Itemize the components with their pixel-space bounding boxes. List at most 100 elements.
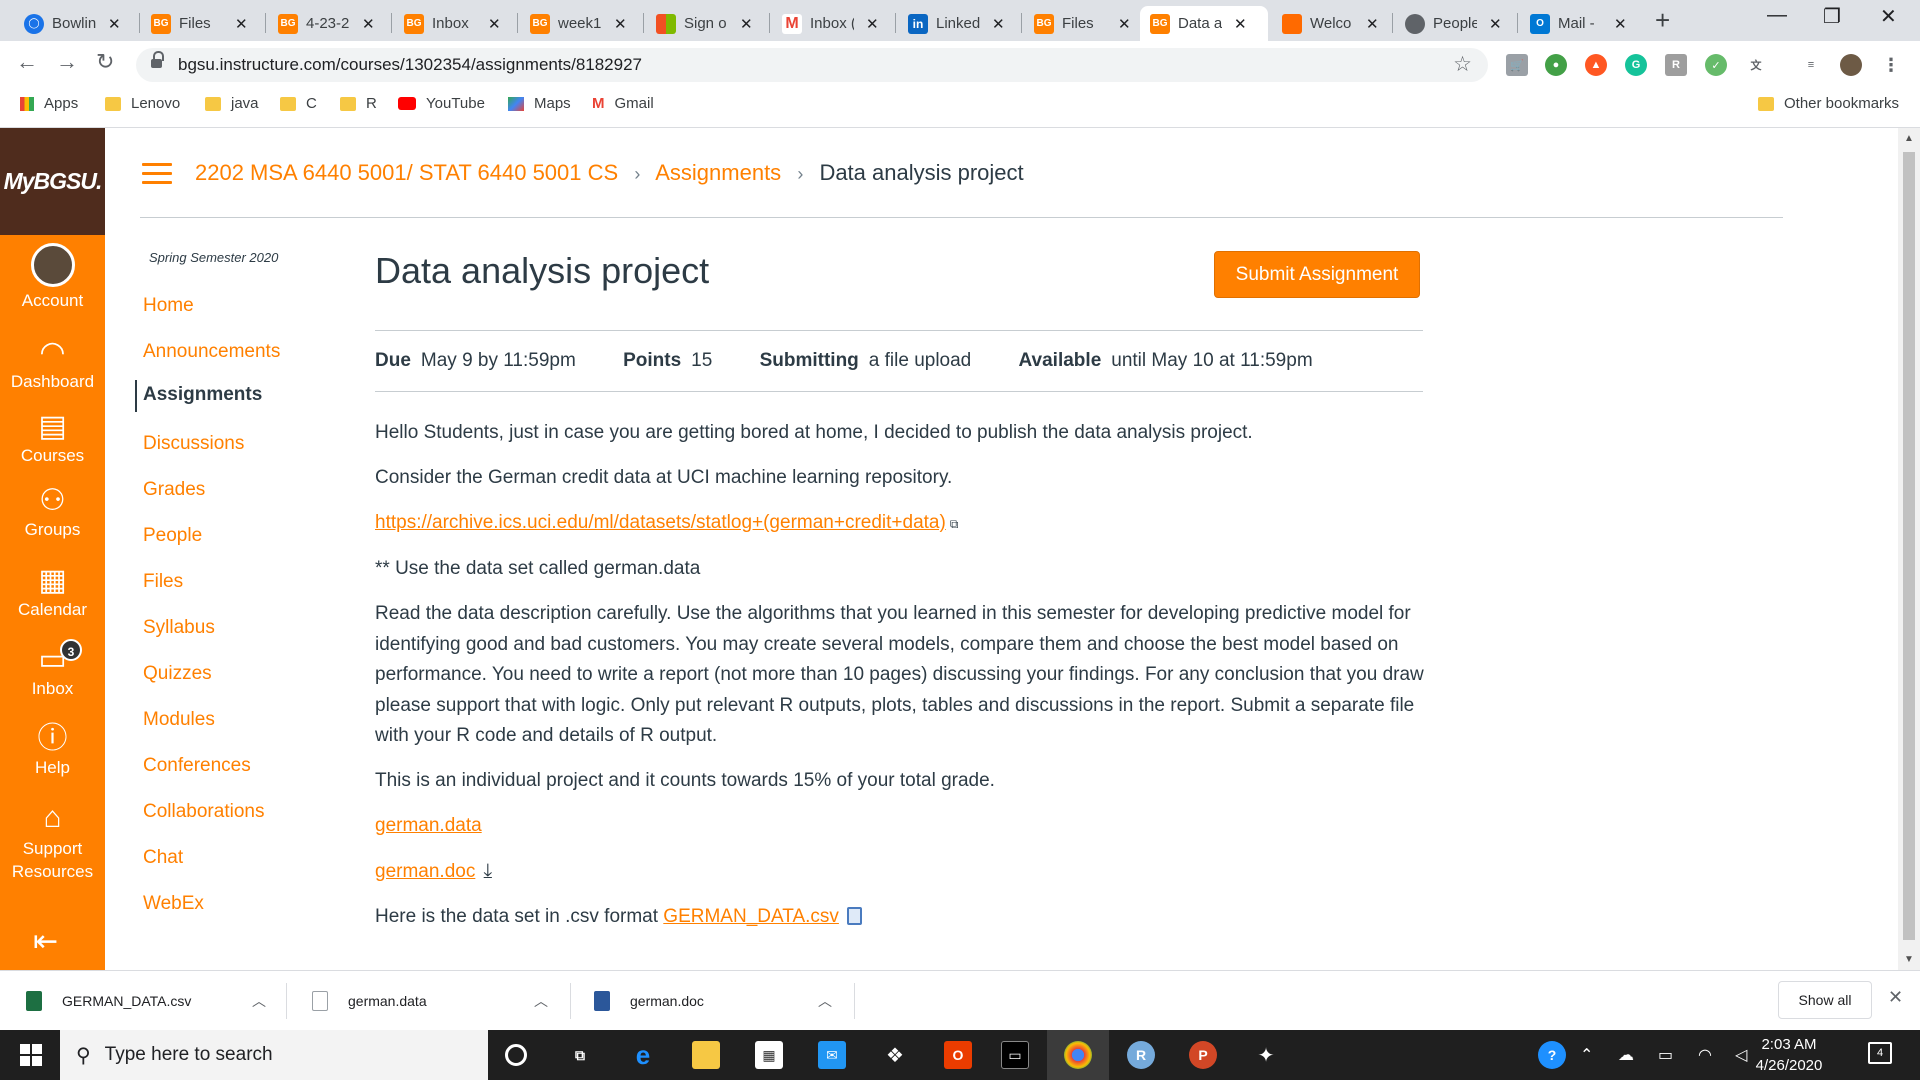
german-data-link[interactable]: german.data xyxy=(375,815,482,836)
browser-tab[interactable]: in Linked ✕ xyxy=(898,6,1015,41)
wifi-icon[interactable]: ◠ xyxy=(1698,1045,1712,1065)
r-icon[interactable]: R xyxy=(1127,1041,1155,1069)
system-clock[interactable]: 2:03 AM 4/26/2020 xyxy=(1745,1034,1833,1076)
minimize-button[interactable]: — xyxy=(1767,4,1787,27)
url-text[interactable]: bgsu.instructure.com/courses/1302354/ass… xyxy=(178,55,642,75)
bookmark-apps[interactable]: Apps xyxy=(20,95,78,112)
close-icon[interactable]: ✕ xyxy=(1118,15,1131,33)
course-nav-chat[interactable]: Chat xyxy=(143,847,183,869)
close-icon[interactable]: ✕ xyxy=(235,15,248,33)
course-nav-announcements[interactable]: Announcements xyxy=(143,341,280,363)
store-icon[interactable]: ▦ xyxy=(755,1041,783,1069)
windows-start-icon[interactable] xyxy=(20,1044,42,1066)
chevron-up-icon[interactable]: ︿ xyxy=(818,991,832,1011)
course-menu-toggle[interactable] xyxy=(142,163,172,185)
scroll-up-icon[interactable]: ▲ xyxy=(1904,133,1914,144)
nav-courses[interactable]: ▤ Courses xyxy=(0,410,105,466)
nav-help[interactable]: ⓘ Help xyxy=(0,722,105,778)
browser-tab[interactable]: BG Files ✕ xyxy=(141,6,258,41)
course-nav-people[interactable]: People xyxy=(143,525,202,547)
scrollbar-thumb[interactable] xyxy=(1903,152,1915,940)
breadcrumb-assignments[interactable]: Assignments xyxy=(655,160,781,185)
course-nav-home[interactable]: Home xyxy=(143,295,194,317)
bookmark-java[interactable]: java xyxy=(205,95,259,112)
course-nav-discussions[interactable]: Discussions xyxy=(143,433,244,455)
bookmark-youtube[interactable]: YouTube xyxy=(398,95,485,112)
chevron-up-icon[interactable]: ︿ xyxy=(534,991,548,1011)
app-icon[interactable]: ✦ xyxy=(1252,1041,1280,1069)
course-nav-assignments[interactable]: Assignments xyxy=(135,380,262,412)
powerpoint-icon[interactable]: P xyxy=(1189,1041,1217,1069)
german-doc-link[interactable]: german.doc xyxy=(375,861,475,882)
close-icon[interactable]: ✕ xyxy=(1234,15,1247,33)
browser-tab[interactable]: Sign o ✕ xyxy=(646,6,763,41)
course-nav-modules[interactable]: Modules xyxy=(143,709,215,731)
dropbox-icon[interactable]: ❖ xyxy=(881,1041,909,1069)
new-tab-button[interactable]: + xyxy=(1655,5,1670,36)
forward-arrow-icon[interactable]: → xyxy=(56,49,78,75)
course-nav-quizzes[interactable]: Quizzes xyxy=(143,663,212,685)
browser-tab[interactable]: M Inbox ( ✕ xyxy=(772,6,889,41)
course-nav-webex[interactable]: WebEx xyxy=(143,893,204,915)
nav-calendar[interactable]: ▦ Calendar xyxy=(0,564,105,620)
bookmark-c[interactable]: C xyxy=(280,95,317,112)
bookmark-r[interactable]: R xyxy=(340,95,377,112)
media-controls-icon[interactable]: ≡ xyxy=(1800,54,1822,76)
file-explorer-icon[interactable] xyxy=(692,1041,720,1069)
task-view-icon[interactable]: ⧉ xyxy=(566,1041,594,1069)
notification-center-icon[interactable]: 4 xyxy=(1868,1042,1892,1064)
bookmark-other[interactable]: Other bookmarks xyxy=(1758,95,1899,112)
chevron-up-icon[interactable]: ⌃ xyxy=(1580,1045,1593,1065)
extension-icon[interactable]: ● xyxy=(1545,54,1567,76)
mail-icon[interactable]: ✉ xyxy=(818,1041,846,1069)
page-scrollbar[interactable]: ▲ ▼ xyxy=(1898,128,1920,970)
cloud-icon[interactable]: ☁ xyxy=(1618,1045,1634,1065)
terminal-icon[interactable]: ▭ xyxy=(1001,1041,1029,1069)
address-bar[interactable]: bgsu.instructure.com/courses/1302354/ass… xyxy=(136,48,1488,82)
grammarly-icon[interactable]: G xyxy=(1625,54,1647,76)
extension-icon[interactable]: R xyxy=(1665,54,1687,76)
translate-extension-icon[interactable]: 文 xyxy=(1745,54,1767,76)
submit-assignment-button[interactable]: Submit Assignment xyxy=(1214,251,1420,298)
office-icon[interactable]: O xyxy=(944,1041,972,1069)
bookmark-maps[interactable]: Maps xyxy=(508,95,571,112)
chevron-up-icon[interactable]: ︿ xyxy=(252,991,266,1011)
browser-tab[interactable]: O Mail - ✕ xyxy=(1520,6,1637,41)
browser-tab[interactable]: BG Files ✕ xyxy=(1024,6,1141,41)
menu-dots-icon[interactable]: ⋮ xyxy=(1880,54,1902,76)
close-icon[interactable]: ✕ xyxy=(1489,15,1502,33)
bookmark-star-icon[interactable]: ☆ xyxy=(1453,52,1472,77)
close-icon[interactable]: ✕ xyxy=(614,15,627,33)
breadcrumb-course[interactable]: 2202 MSA 6440 5001/ STAT 6440 5001 CS xyxy=(195,160,618,185)
battery-icon[interactable]: ▭ xyxy=(1658,1045,1673,1065)
german-csv-link[interactable]: GERMAN_DATA.csv xyxy=(663,906,839,927)
bookmark-lenovo[interactable]: Lenovo xyxy=(105,95,180,112)
profile-avatar[interactable] xyxy=(1840,54,1862,76)
close-icon[interactable]: ✕ xyxy=(1614,15,1627,33)
nav-inbox[interactable]: ▭ 3 Inbox xyxy=(0,639,105,699)
preview-document-icon[interactable] xyxy=(846,907,862,925)
close-icon[interactable]: ✕ xyxy=(992,15,1005,33)
nav-groups[interactable]: ⚇ Groups xyxy=(0,484,105,540)
download-item[interactable]: german.data ︿ xyxy=(312,971,562,1031)
show-all-downloads-button[interactable]: Show all xyxy=(1778,981,1872,1019)
course-nav-syllabus[interactable]: Syllabus xyxy=(143,617,215,639)
download-item[interactable]: german.doc ︿ xyxy=(594,971,844,1031)
close-icon[interactable]: ✕ xyxy=(362,15,375,33)
reload-icon[interactable]: ↻ xyxy=(96,49,114,75)
nav-account[interactable]: Account xyxy=(0,243,105,311)
taskbar-search[interactable]: ⚲ Type here to search xyxy=(60,1030,488,1080)
course-nav-grades[interactable]: Grades xyxy=(143,479,205,501)
collapse-nav-icon[interactable]: ⇤ xyxy=(33,924,58,959)
browser-tab[interactable]: People ✕ xyxy=(1395,6,1512,41)
close-icon[interactable]: ✕ xyxy=(1366,15,1379,33)
scroll-down-icon[interactable]: ▼ xyxy=(1904,954,1914,965)
course-nav-collaborations[interactable]: Collaborations xyxy=(143,801,264,823)
close-window-button[interactable]: ✕ xyxy=(1880,4,1897,29)
close-icon[interactable]: ✕ xyxy=(866,15,879,33)
chrome-icon[interactable] xyxy=(1064,1041,1092,1069)
uci-dataset-link[interactable]: https://archive.ics.uci.edu/ml/datasets/… xyxy=(375,512,946,533)
bookmark-gmail[interactable]: M Gmail xyxy=(592,95,654,112)
close-icon[interactable]: ✕ xyxy=(1888,987,1903,1008)
cortana-icon[interactable] xyxy=(505,1044,527,1066)
